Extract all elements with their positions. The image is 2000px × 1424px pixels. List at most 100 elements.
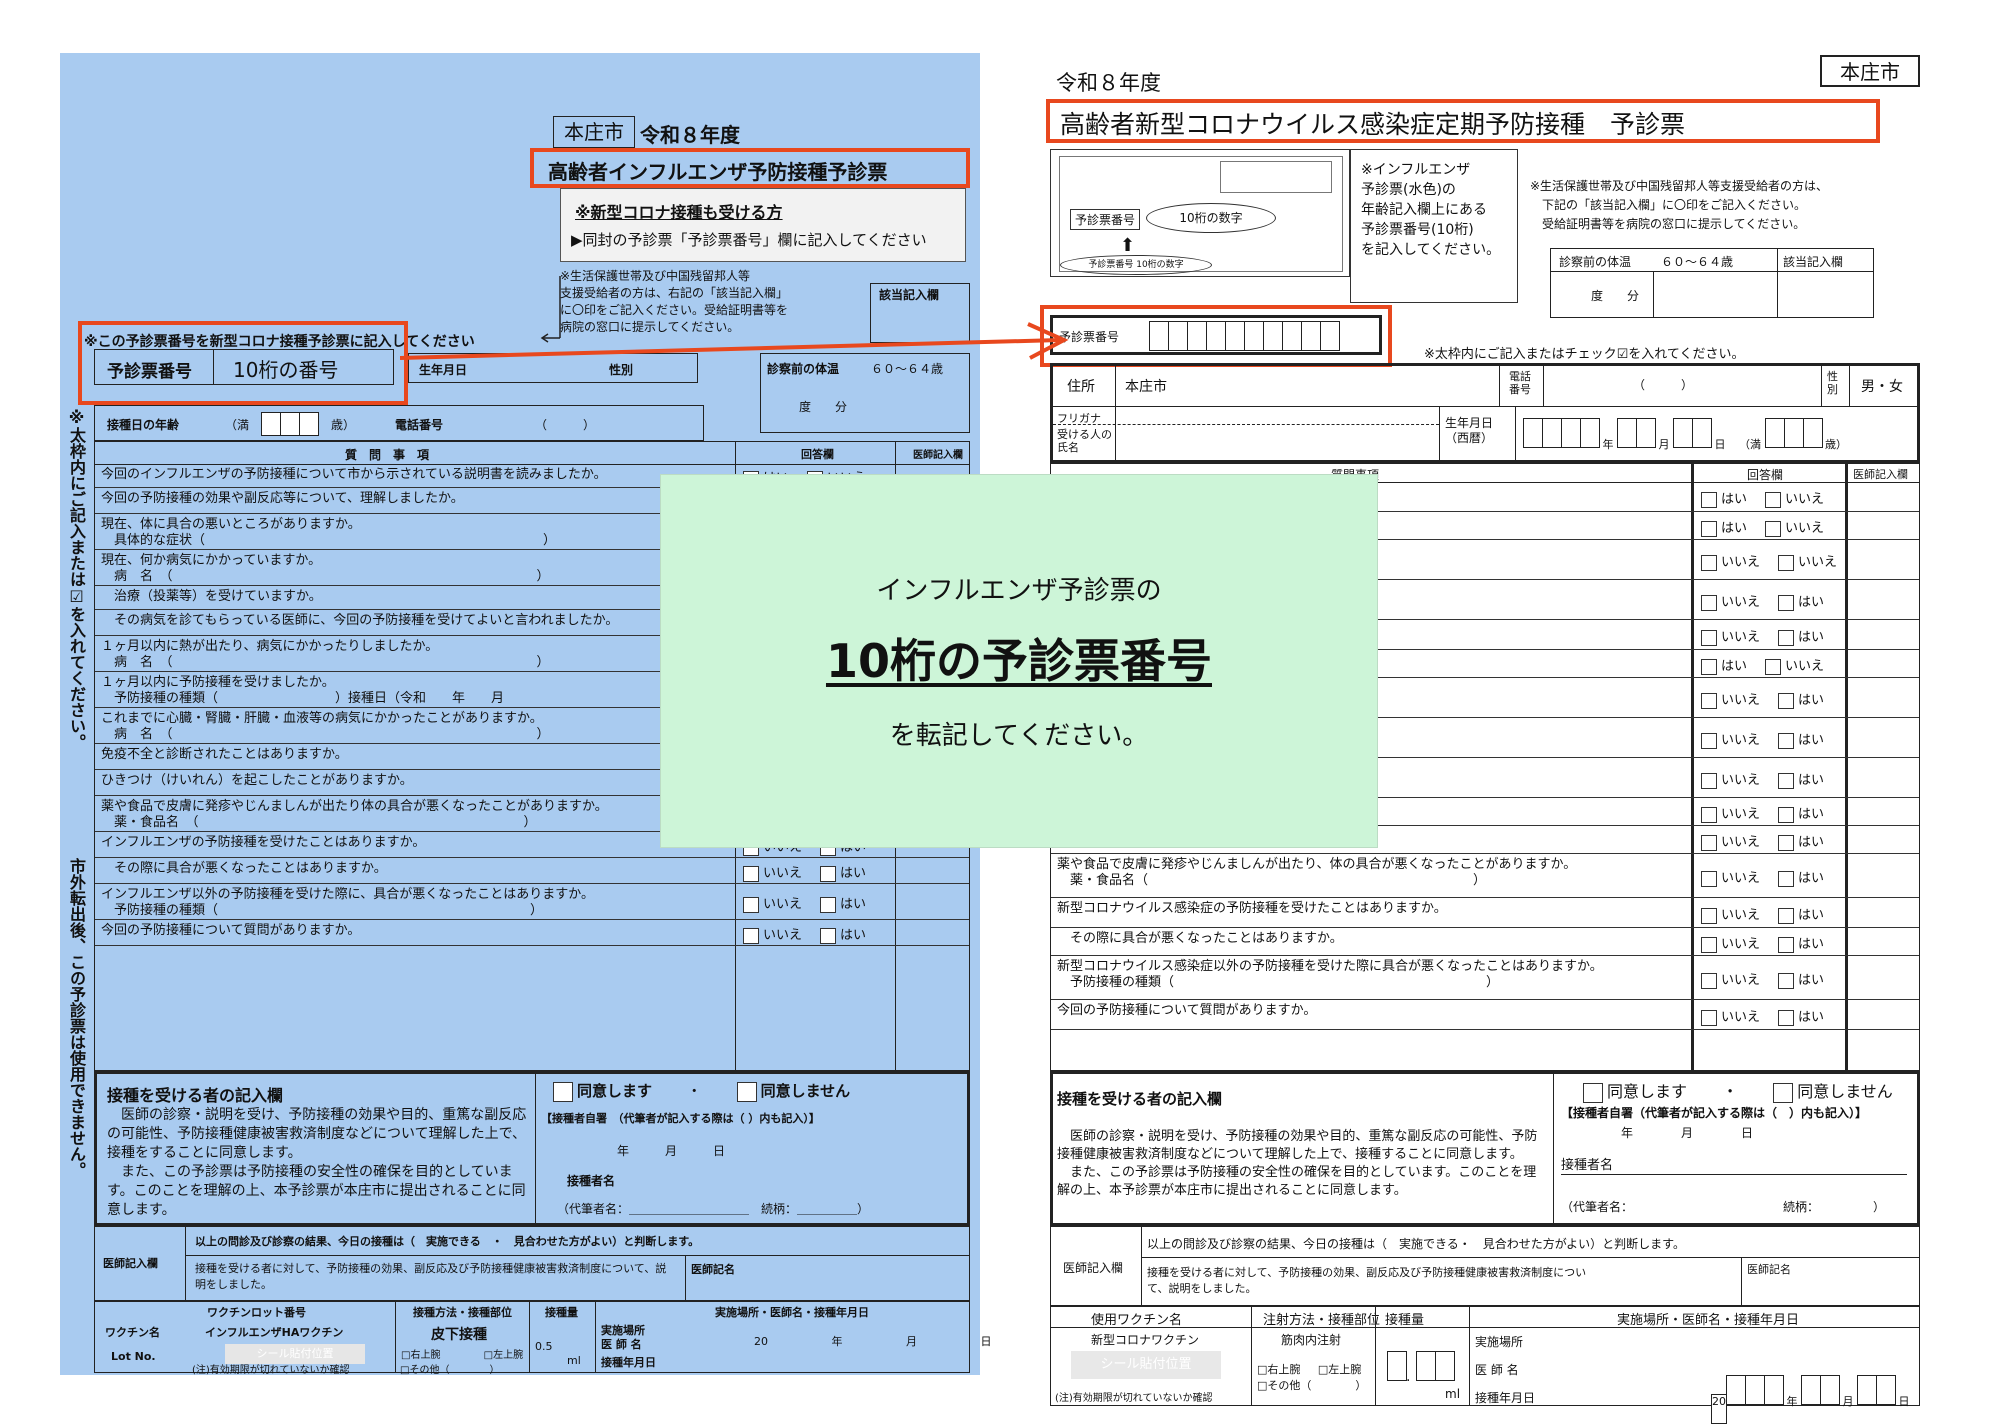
answer-checkboxes[interactable]: いいえ はい (1701, 1006, 1824, 1026)
answer-checkbox[interactable] (1701, 806, 1717, 823)
right-dose-header: 接種量 (1385, 1313, 1425, 1328)
answer-checkboxes[interactable]: いいえ いいえ (1701, 551, 1837, 571)
right-consent-choice[interactable]: 同意します ・ 同意しません (1583, 1078, 1893, 1103)
right-arms[interactable]: □右上腕 □左上腕 (1257, 1361, 1361, 1377)
left-arms[interactable]: □右上腕 □左上腕 (401, 1346, 523, 1361)
question-text: ひきつけ（けいれん）を起こしたことがありますか。 (101, 773, 413, 788)
answer-checkboxes[interactable]: いいえ はい (1701, 969, 1824, 989)
number-digit-box[interactable] (1206, 321, 1226, 351)
overlay-line-1: インフルエンザ予診票の (876, 576, 1162, 606)
answer-checkbox[interactable] (1765, 658, 1782, 675)
answer-checkbox[interactable] (1701, 520, 1717, 537)
answer-checkbox[interactable] (1701, 936, 1717, 953)
answer-checkboxes[interactable]: いいえ はい (1701, 933, 1824, 953)
answer-checkboxes[interactable]: はい いいえ (1701, 517, 1824, 537)
left-signer-label: 接種者名 (567, 1174, 616, 1188)
number-digit-box[interactable] (1225, 321, 1245, 351)
answer-checkbox[interactable] (1778, 936, 1795, 953)
answer-checkboxes[interactable]: いいえ はい (1701, 769, 1824, 789)
right-birth-month: 月 (1658, 438, 1670, 451)
answer-label: はい (840, 928, 867, 943)
number-digit-box[interactable] (1187, 321, 1207, 351)
question-row: インフルエンザ以外の予防接種を受けた際に、具合が悪くなったことはありますか。 予… (95, 884, 969, 920)
answer-checkbox[interactable] (1765, 491, 1782, 508)
answer-checkbox[interactable] (1778, 972, 1795, 989)
answer-checkbox[interactable] (1701, 491, 1717, 508)
left-doctor-col: 医師記入欄 (103, 1257, 158, 1270)
right-birth-fields[interactable]: 年 月 日 （満 歳） (1523, 418, 1847, 452)
answer-checkbox[interactable] (1701, 594, 1717, 611)
answer-checkbox[interactable] (1701, 629, 1717, 646)
answer-checkboxes[interactable]: いいえ はい (1701, 626, 1824, 646)
answer-checkboxes[interactable]: いいえ はい (743, 924, 866, 944)
answer-checkbox[interactable] (1778, 772, 1795, 789)
left-answer-header: 回答欄 (801, 448, 834, 461)
right-agree: 同意します (1607, 1082, 1688, 1101)
answer-checkboxes[interactable]: いいえ はい (1701, 867, 1824, 887)
answer-checkbox[interactable] (820, 865, 837, 882)
answer-label: はい (1721, 659, 1748, 674)
answer-label: いいえ (1721, 807, 1761, 822)
answer-checkbox[interactable] (743, 927, 759, 944)
answer-checkbox[interactable] (1701, 972, 1717, 989)
right-date-fields[interactable]: 20 年 月 日 (1711, 1375, 1910, 1424)
left-date-fields[interactable]: 20 年 月 日 (754, 1333, 992, 1349)
answer-checkbox[interactable] (1701, 834, 1717, 851)
answer-checkbox[interactable] (1701, 907, 1717, 924)
right-name-label: 受ける人の 氏名 (1057, 428, 1112, 454)
right-number-digits[interactable] (1149, 321, 1340, 355)
answer-checkbox[interactable] (1778, 692, 1795, 709)
answer-checkbox[interactable] (1701, 554, 1717, 571)
answer-checkbox[interactable] (1778, 1009, 1795, 1026)
answer-checkboxes[interactable]: いいえ はい (1701, 729, 1824, 749)
answer-checkbox[interactable] (1778, 834, 1795, 851)
number-digit-box[interactable] (1168, 321, 1188, 351)
left-age-digits (261, 412, 319, 440)
instruction-overlay: インフルエンザ予診票の 10桁の予診票番号 を転記してください。 (660, 474, 1378, 848)
answer-checkbox[interactable] (743, 865, 759, 882)
answer-checkbox[interactable] (820, 927, 837, 944)
number-digit-box[interactable] (1149, 321, 1169, 351)
answer-checkboxes[interactable]: いいえ はい (1701, 591, 1824, 611)
answer-checkbox[interactable] (1701, 658, 1717, 675)
answer-checkbox[interactable] (820, 896, 837, 913)
left-side-note-2: 市外転出後、この予診票は使用できません。 (67, 858, 86, 1178)
left-doctor-judgement: 以上の問診及び診察の結果、今日の接種は（ 実施できる ・ 見合わせた方がよい）と… (195, 1235, 700, 1248)
number-digit-box[interactable] (1244, 321, 1264, 351)
answer-checkboxes[interactable]: はい いいえ (1701, 655, 1824, 675)
answer-checkbox[interactable] (1765, 520, 1782, 537)
number-digit-box[interactable] (1263, 321, 1283, 351)
left-consent-choice[interactable]: 同意します ・ 同意しません (553, 1080, 850, 1102)
right-dose-fields[interactable]: . (1387, 1351, 1456, 1385)
covid-note: ※新型コロナ接種も受ける方 (575, 203, 783, 222)
answer-checkbox[interactable] (1778, 732, 1795, 749)
right-temp-label: 診察前の体温 (1559, 255, 1632, 269)
number-digit-box[interactable] (1301, 321, 1321, 351)
left-day: 日 (980, 1335, 992, 1348)
answer-checkbox[interactable] (1778, 594, 1795, 611)
answer-checkbox[interactable] (1778, 870, 1795, 887)
answer-checkbox[interactable] (1701, 732, 1717, 749)
answer-checkboxes[interactable]: いいえ はい (1701, 831, 1824, 851)
right-number-field[interactable]: 予診票番号 (1050, 315, 1382, 355)
answer-checkbox[interactable] (1701, 692, 1717, 709)
answer-checkboxes[interactable]: いいえ はい (743, 893, 866, 913)
answer-checkboxes[interactable]: いいえ はい (743, 862, 866, 882)
number-digit-box[interactable] (1282, 321, 1302, 351)
answer-checkbox[interactable] (1778, 629, 1795, 646)
answer-label: いいえ (1721, 773, 1761, 788)
answer-checkboxes[interactable]: はい いいえ (1701, 488, 1824, 508)
answer-checkbox[interactable] (1701, 870, 1717, 887)
answer-label: はい (1721, 492, 1748, 507)
right-age-suffix: 歳） (1825, 438, 1847, 451)
answer-checkbox[interactable] (1701, 1009, 1717, 1026)
answer-checkboxes[interactable]: いいえ はい (1701, 803, 1824, 823)
answer-checkbox[interactable] (1701, 772, 1717, 789)
answer-checkboxes[interactable]: いいえ はい (1701, 689, 1824, 709)
number-digit-box[interactable] (1320, 321, 1340, 351)
answer-checkbox[interactable] (1778, 806, 1795, 823)
answer-checkboxes[interactable]: いいえ はい (1701, 904, 1824, 924)
answer-checkbox[interactable] (1778, 554, 1795, 571)
answer-checkbox[interactable] (743, 896, 759, 913)
answer-checkbox[interactable] (1778, 907, 1795, 924)
